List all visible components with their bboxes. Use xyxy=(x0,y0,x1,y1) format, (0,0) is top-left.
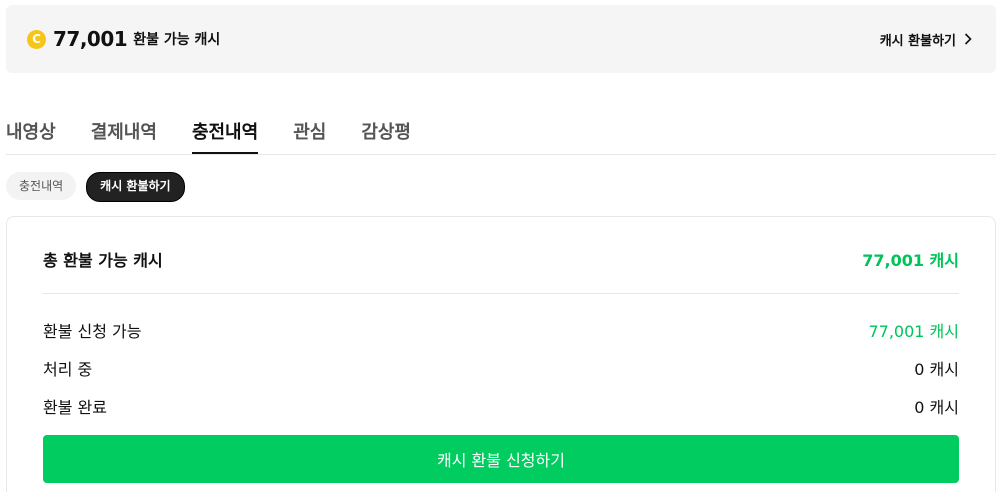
cash-refund-link-label: 캐시 환불하기 xyxy=(879,33,956,49)
refund-complete-row: 환불 완료 0 캐시 xyxy=(43,394,959,418)
subtab-charge-history[interactable]: 충전내역 xyxy=(6,172,77,200)
cash-balance: C 77,001 환불 가능 캐시 xyxy=(27,5,220,73)
processing-label: 처리 중 xyxy=(43,360,93,379)
coin-icon: C xyxy=(27,29,46,49)
cash-summary-bar: C 77,001 환불 가능 캐시 캐시 환불하기 xyxy=(6,5,996,73)
refund-available-row: 환불 신청 가능 77,001 캐시 xyxy=(43,318,959,342)
processing-value: 0 캐시 xyxy=(914,360,959,379)
total-refundable-label: 총 환불 가능 캐시 xyxy=(43,251,163,270)
refund-available-label: 환불 신청 가능 xyxy=(43,322,142,341)
page: C 77,001 환불 가능 캐시 캐시 환불하기 내영상 결제내역 충전내역 … xyxy=(0,0,1000,492)
main-tabs: 내영상 결제내역 충전내역 관심 감상평 xyxy=(6,110,996,155)
tab-my-videos[interactable]: 내영상 xyxy=(6,110,56,154)
divider xyxy=(43,293,959,294)
tab-payment-history[interactable]: 결제내역 xyxy=(91,110,157,154)
cash-caption: 환불 가능 캐시 xyxy=(133,32,221,48)
cash-amount: 77,001 xyxy=(53,27,128,51)
refund-available-value: 77,001 캐시 xyxy=(868,322,959,341)
total-refundable-row: 총 환불 가능 캐시 77,001 캐시 xyxy=(43,247,959,271)
tab-favorites[interactable]: 관심 xyxy=(293,110,326,154)
total-refundable-value: 77,001 캐시 xyxy=(862,251,959,270)
sub-tabs: 충전내역 캐시 환불하기 xyxy=(6,172,185,202)
refund-complete-label: 환불 완료 xyxy=(43,398,107,417)
tab-charge-history[interactable]: 충전내역 xyxy=(191,110,259,154)
processing-row: 처리 중 0 캐시 xyxy=(43,356,959,380)
refund-complete-value: 0 캐시 xyxy=(914,398,959,417)
subtab-cash-refund[interactable]: 캐시 환불하기 xyxy=(86,172,185,202)
refund-summary-card: 총 환불 가능 캐시 77,001 캐시 환불 신청 가능 77,001 캐시 … xyxy=(6,216,996,492)
chevron-right-icon xyxy=(964,33,972,45)
cash-refund-link[interactable]: 캐시 환불하기 xyxy=(880,5,972,73)
apply-refund-button[interactable]: 캐시 환불 신청하기 xyxy=(43,435,959,483)
tab-reviews[interactable]: 감상평 xyxy=(361,110,411,154)
